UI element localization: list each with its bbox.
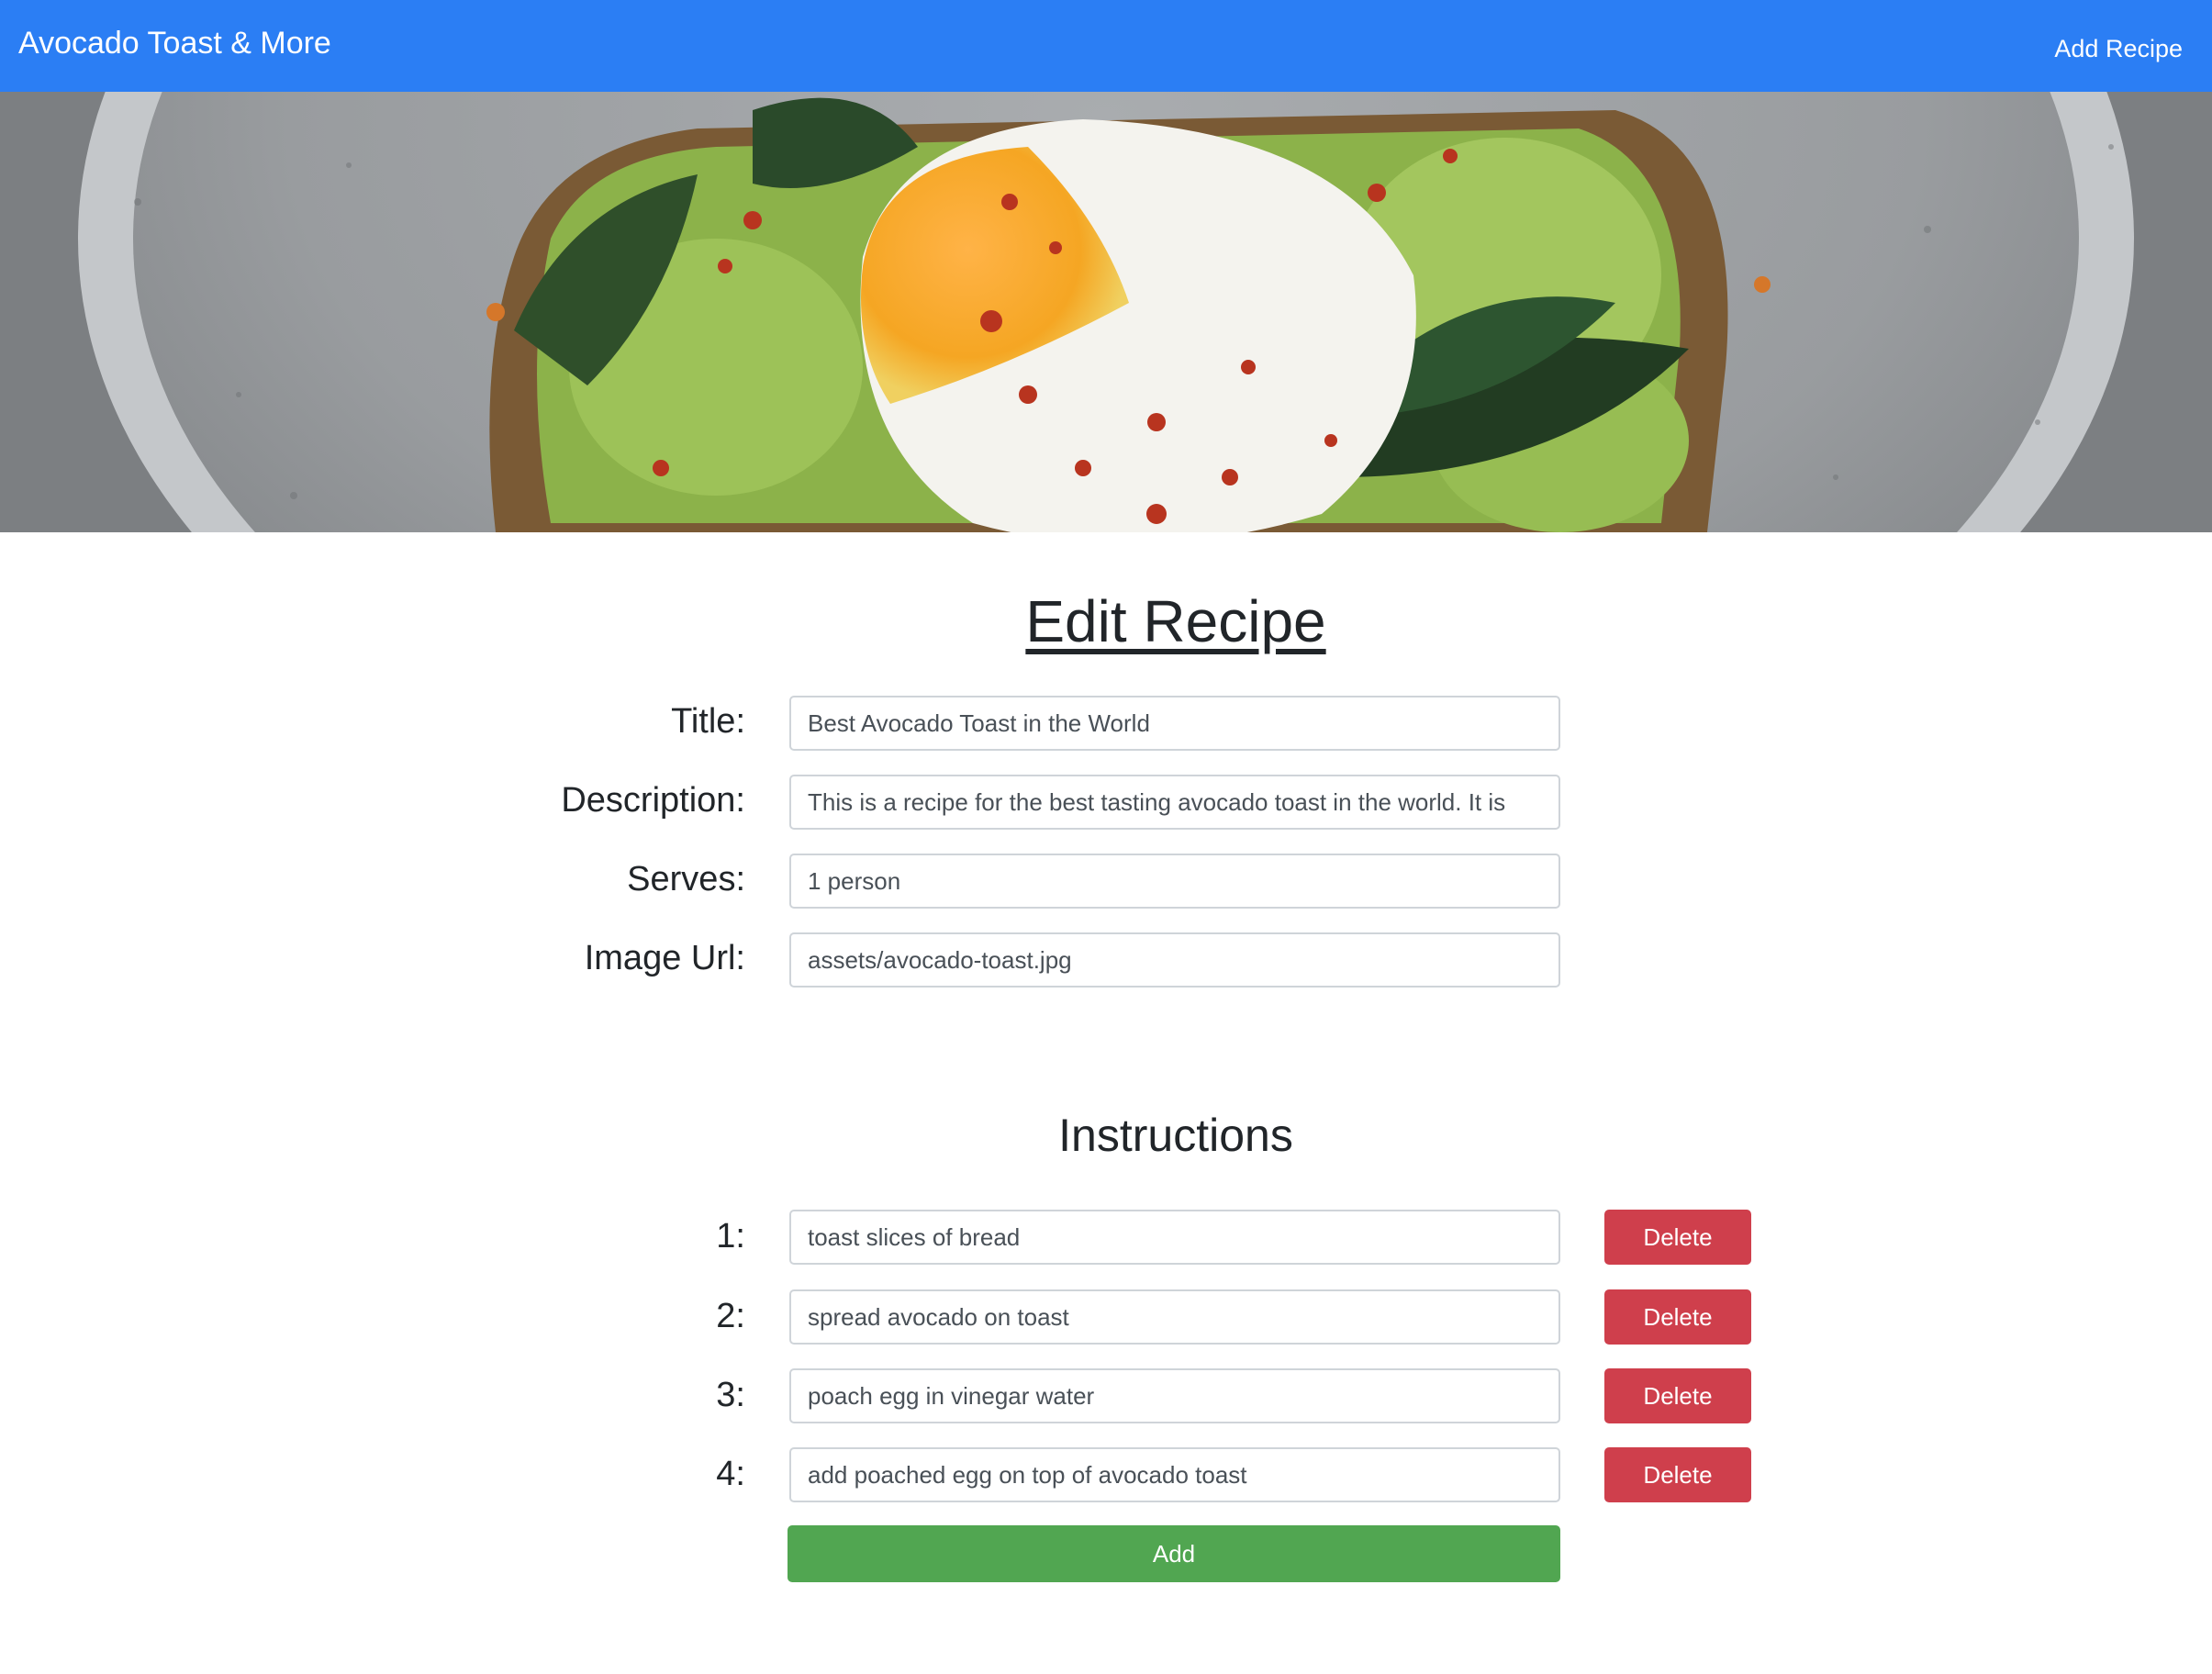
step-3-input[interactable]	[789, 1368, 1560, 1423]
step-4-input[interactable]	[789, 1447, 1560, 1502]
list-item: 1:	[0, 1210, 745, 1265]
serves-label: Serves:	[627, 860, 745, 898]
page-title: Edit Recipe	[1025, 588, 1326, 654]
navbar: Avocado Toast & More Add Recipe	[0, 0, 2212, 92]
list-item: 2:	[0, 1289, 745, 1345]
list-item: 3:	[0, 1368, 745, 1423]
delete-step-3-button[interactable]: Delete	[1604, 1368, 1751, 1423]
step-number: 3:	[716, 1376, 745, 1414]
add-step-button[interactable]: Add	[788, 1525, 1560, 1582]
image-url-input[interactable]	[789, 932, 1560, 988]
brand-link[interactable]: Avocado Toast & More	[18, 26, 331, 61]
step-number: 4:	[716, 1455, 745, 1493]
image-url-label: Image Url:	[584, 939, 745, 977]
description-label: Description:	[561, 781, 745, 820]
instructions-heading: Instructions	[1058, 1110, 1293, 1161]
avocado-toast-photo	[0, 92, 2212, 532]
title-input[interactable]	[789, 696, 1560, 751]
title-label: Title:	[671, 702, 745, 741]
step-1-input[interactable]	[789, 1210, 1560, 1265]
delete-step-4-button[interactable]: Delete	[1604, 1447, 1751, 1502]
step-2-input[interactable]	[789, 1289, 1560, 1345]
hero-image	[0, 92, 2212, 532]
delete-step-1-button[interactable]: Delete	[1604, 1210, 1751, 1265]
add-recipe-link[interactable]: Add Recipe	[2054, 35, 2183, 63]
description-input[interactable]	[789, 775, 1560, 830]
delete-step-2-button[interactable]: Delete	[1604, 1289, 1751, 1345]
list-item: 4:	[0, 1447, 745, 1502]
step-number: 1:	[716, 1217, 745, 1256]
step-number: 2:	[716, 1297, 745, 1335]
serves-input[interactable]	[789, 854, 1560, 909]
